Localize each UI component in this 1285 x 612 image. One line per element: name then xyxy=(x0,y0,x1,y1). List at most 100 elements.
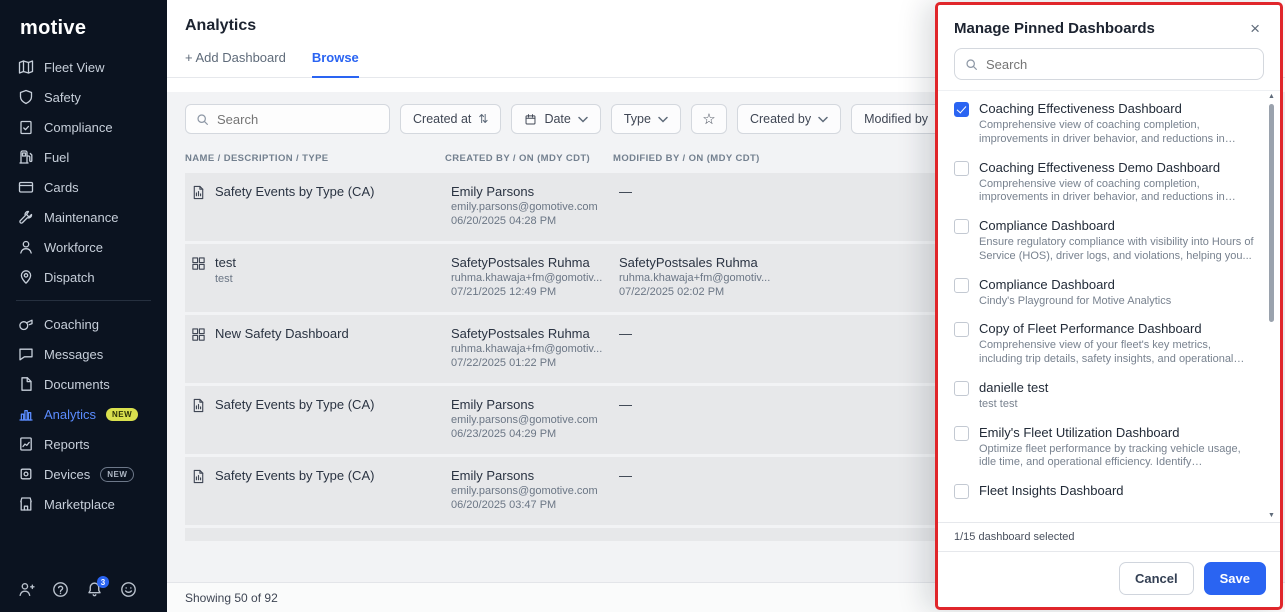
modal-search-input[interactable] xyxy=(986,57,1253,72)
sidebar-item-label: Fleet View xyxy=(44,60,104,75)
feedback-smiley-icon[interactable] xyxy=(120,581,137,598)
location-pin-icon xyxy=(18,269,34,285)
sidebar-item-label: Marketplace xyxy=(44,497,115,512)
new-badge: NEW xyxy=(106,408,138,421)
sidebar-item-workforce[interactable]: Workforce xyxy=(0,232,167,262)
modal-search[interactable] xyxy=(954,48,1264,80)
checkbox[interactable] xyxy=(954,484,969,499)
sidebar-item-messages[interactable]: Messages xyxy=(0,339,167,369)
sidebar-item-marketplace[interactable]: Marketplace xyxy=(0,489,167,519)
checkbox[interactable] xyxy=(954,161,969,176)
checkbox[interactable] xyxy=(954,322,969,337)
save-button[interactable]: Save xyxy=(1204,562,1266,595)
dashboard-grid-icon xyxy=(191,327,206,342)
report-chart-icon xyxy=(18,436,34,452)
dashboard-name: Safety Events by Type (CA) xyxy=(215,184,374,199)
checkbox[interactable] xyxy=(954,426,969,441)
credit-card-icon xyxy=(18,179,34,195)
sidebar-item-cards[interactable]: Cards xyxy=(0,172,167,202)
dashboard-name: New Safety Dashboard xyxy=(215,326,349,341)
list-item[interactable]: Emily's Fleet Utilization DashboardOptim… xyxy=(954,425,1254,471)
scroll-up-icon[interactable]: ▲ xyxy=(1268,92,1275,102)
sidebar-item-safety[interactable]: Safety xyxy=(0,82,167,112)
help-icon[interactable] xyxy=(52,581,69,598)
map-icon xyxy=(18,59,34,75)
date-filter-button[interactable]: Date xyxy=(511,104,600,134)
modal-footer: 1/15 dashboard selected Cancel Save xyxy=(938,522,1280,607)
selected-count: 1/15 dashboard selected xyxy=(938,523,1280,552)
document-icon xyxy=(18,376,34,392)
list-item[interactable]: Coaching Effectiveness DashboardComprehe… xyxy=(954,101,1254,147)
notification-count-badge: 3 xyxy=(97,576,109,588)
sidebar-item-label: Messages xyxy=(44,347,103,362)
list-item[interactable]: Coaching Effectiveness Demo DashboardCom… xyxy=(954,160,1254,206)
list-item[interactable]: Fleet Insights Dashboard xyxy=(954,483,1254,499)
list-item[interactable]: danielle testtest test xyxy=(954,380,1254,412)
chevron-down-icon xyxy=(818,116,828,123)
chevron-down-icon xyxy=(578,116,588,123)
report-icon xyxy=(191,469,206,484)
dashboard-search[interactable] xyxy=(185,104,390,134)
column-header-name[interactable]: NAME / DESCRIPTION / TYPE xyxy=(185,153,445,164)
column-header-created[interactable]: CREATED BY / ON (MDY CDT) xyxy=(445,153,613,164)
modal-header: Manage Pinned Dashboards × xyxy=(938,5,1280,48)
storefront-icon xyxy=(18,496,34,512)
sidebar-item-label: Documents xyxy=(44,377,110,392)
report-icon xyxy=(191,185,206,200)
sidebar-item-label: Dispatch xyxy=(44,270,95,285)
created-by-filter-button[interactable]: Created by xyxy=(737,104,841,134)
checkbox[interactable] xyxy=(954,381,969,396)
add-user-icon[interactable] xyxy=(18,581,35,598)
star-icon: ☆ xyxy=(702,110,715,128)
favorites-filter-button[interactable]: ☆ xyxy=(691,104,727,134)
sidebar-item-dispatch[interactable]: Dispatch xyxy=(0,262,167,292)
sidebar-item-label: Compliance xyxy=(44,120,113,135)
sidebar-item-compliance[interactable]: Compliance xyxy=(0,112,167,142)
new-badge: NEW xyxy=(100,467,134,482)
sidebar-item-fuel[interactable]: Fuel xyxy=(0,142,167,172)
sidebar-nav: Fleet View Safety Compliance Fuel Cards … xyxy=(0,52,167,569)
modal-scrollbar[interactable]: ▲ ▼ xyxy=(1266,92,1277,521)
scroll-down-icon[interactable]: ▼ xyxy=(1268,511,1275,521)
search-input[interactable] xyxy=(217,112,379,127)
sidebar-item-label: Coaching xyxy=(44,317,99,332)
scrollbar-track[interactable] xyxy=(1266,102,1277,511)
type-filter-button[interactable]: Type xyxy=(611,104,681,134)
sidebar-item-documents[interactable]: Documents xyxy=(0,369,167,399)
tab-add-dashboard[interactable]: + Add Dashboard xyxy=(185,50,286,77)
sort-arrows-icon: ⇅ xyxy=(478,112,488,126)
cancel-button[interactable]: Cancel xyxy=(1119,562,1194,595)
clipboard-check-icon xyxy=(18,119,34,135)
sidebar-item-coaching[interactable]: Coaching xyxy=(0,309,167,339)
whistle-icon xyxy=(18,316,34,332)
bar-chart-icon xyxy=(18,406,34,422)
search-icon xyxy=(965,58,978,71)
device-chip-icon xyxy=(18,466,34,482)
dashboard-name: test xyxy=(215,255,236,270)
sort-created-at-button[interactable]: Created at ⇅ xyxy=(400,104,501,134)
checkbox[interactable] xyxy=(954,219,969,234)
list-item[interactable]: Compliance DashboardEnsure regulatory co… xyxy=(954,218,1254,264)
sidebar-item-devices[interactable]: Devices NEW xyxy=(0,459,167,489)
pinned-dashboard-list: Coaching Effectiveness DashboardComprehe… xyxy=(938,90,1280,522)
sidebar-item-label: Analytics xyxy=(44,407,96,422)
checkbox[interactable] xyxy=(954,278,969,293)
search-icon xyxy=(196,113,209,126)
dashboard-grid-icon xyxy=(191,256,206,271)
scrollbar-thumb[interactable] xyxy=(1269,104,1274,322)
checkbox[interactable] xyxy=(954,102,969,117)
sidebar-item-fleet-view[interactable]: Fleet View xyxy=(0,52,167,82)
sidebar-item-maintenance[interactable]: Maintenance xyxy=(0,202,167,232)
shield-icon xyxy=(18,89,34,105)
sidebar-item-reports[interactable]: Reports xyxy=(0,429,167,459)
tab-browse[interactable]: Browse xyxy=(312,50,359,78)
list-item[interactable]: Copy of Fleet Performance DashboardCompr… xyxy=(954,321,1254,367)
calendar-icon xyxy=(524,113,537,126)
close-icon[interactable]: × xyxy=(1246,18,1264,39)
person-icon xyxy=(18,239,34,255)
bell-icon[interactable]: 3 xyxy=(86,581,103,598)
list-item[interactable]: Compliance DashboardCindy's Playground f… xyxy=(954,277,1254,309)
dashboard-name: Safety Events by Type (CA) xyxy=(215,468,374,483)
sidebar-item-analytics[interactable]: Analytics NEW xyxy=(0,399,167,429)
sidebar-divider xyxy=(16,300,151,301)
